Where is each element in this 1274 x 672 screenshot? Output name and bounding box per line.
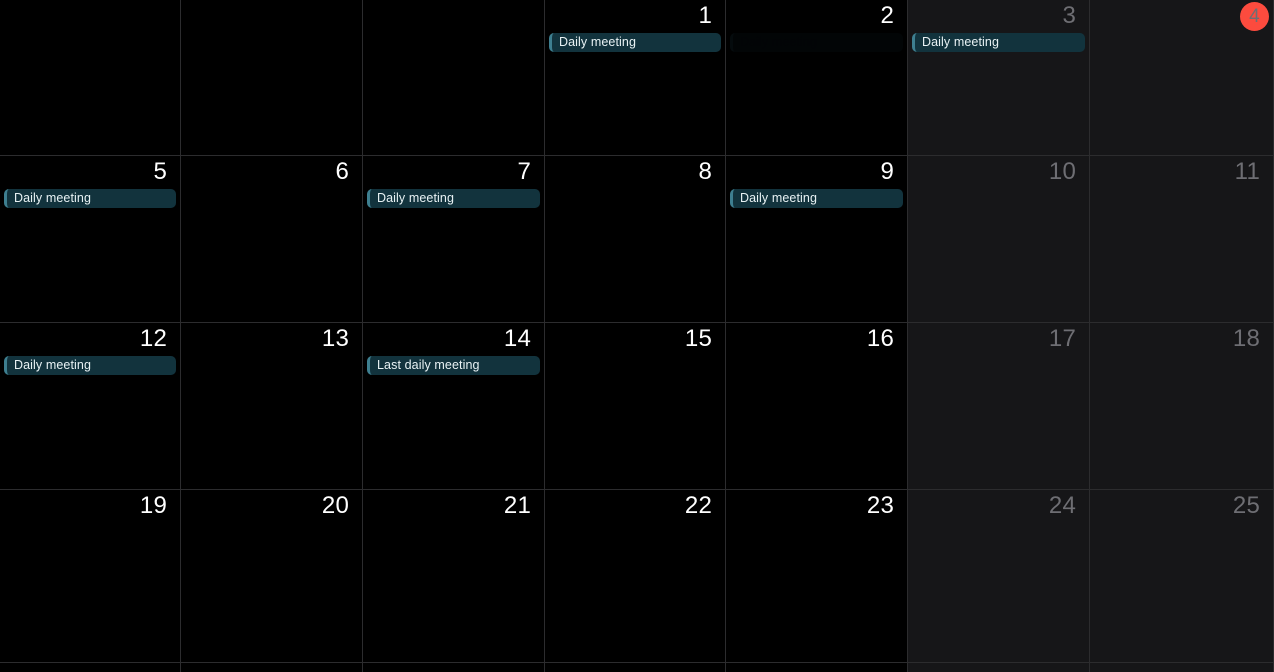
day-number[interactable]: 13 bbox=[322, 325, 349, 353]
day-events-list: Daily meeting bbox=[0, 189, 180, 210]
calendar-day-cell[interactable]: 3 Daily meeting bbox=[908, 0, 1090, 155]
today-date-badge[interactable]: 4 bbox=[1240, 2, 1269, 31]
calendar-day-cell[interactable]: 6 bbox=[181, 155, 363, 322]
calendar-day-cell[interactable]: 15 bbox=[545, 322, 726, 489]
calendar-day-cell[interactable] bbox=[0, 0, 181, 155]
day-events-list: Daily meeting bbox=[363, 189, 544, 210]
day-number[interactable]: 5 bbox=[153, 158, 167, 186]
day-events-list: Daily meeting bbox=[0, 356, 180, 377]
day-number[interactable]: 22 bbox=[685, 492, 712, 520]
calendar-day-cell[interactable]: 22 bbox=[545, 489, 726, 662]
day-events-list: Last daily meeting bbox=[363, 356, 544, 377]
calendar-day-cell[interactable]: 5 Daily meeting bbox=[0, 155, 181, 322]
day-number[interactable]: 3 bbox=[1062, 2, 1076, 30]
calendar-day-cell[interactable] bbox=[363, 0, 545, 155]
calendar-event-pill[interactable]: Daily meeting bbox=[730, 189, 903, 208]
calendar-week-row bbox=[0, 662, 1274, 672]
day-events-list: Daily meeting bbox=[726, 189, 907, 210]
calendar-day-cell[interactable] bbox=[545, 662, 726, 672]
calendar-day-cell[interactable]: 13 bbox=[181, 322, 363, 489]
day-number[interactable]: 16 bbox=[867, 325, 894, 353]
day-number[interactable]: 8 bbox=[698, 158, 712, 186]
calendar-day-cell[interactable]: 17 bbox=[908, 322, 1090, 489]
day-number[interactable]: 20 bbox=[322, 492, 349, 520]
day-number[interactable]: 11 bbox=[1235, 158, 1260, 186]
calendar-event-pill[interactable]: Daily meeting bbox=[4, 356, 176, 375]
calendar-day-cell[interactable]: 16 bbox=[726, 322, 908, 489]
calendar-event-pill[interactable]: Daily meeting bbox=[549, 33, 721, 52]
calendar-day-cell[interactable]: 12 Daily meeting bbox=[0, 322, 181, 489]
calendar-day-cell[interactable]: 20 bbox=[181, 489, 363, 662]
day-number[interactable]: 25 bbox=[1233, 492, 1260, 520]
day-number[interactable]: 17 bbox=[1049, 325, 1076, 353]
calendar-day-cell[interactable] bbox=[181, 0, 363, 155]
day-number[interactable]: 12 bbox=[140, 325, 167, 353]
calendar-day-cell[interactable]: 4 bbox=[1090, 0, 1274, 155]
day-number[interactable]: 19 bbox=[140, 492, 167, 520]
calendar-day-cell[interactable]: 19 bbox=[0, 489, 181, 662]
calendar-day-cell[interactable]: 21 bbox=[363, 489, 545, 662]
calendar-event-pill[interactable]: Daily meeting bbox=[730, 33, 903, 52]
calendar-day-cell[interactable] bbox=[181, 662, 363, 672]
calendar-day-cell[interactable]: 23 bbox=[726, 489, 908, 662]
calendar-day-cell[interactable] bbox=[363, 662, 545, 672]
day-number[interactable]: 2 bbox=[880, 2, 894, 30]
day-number[interactable]: 24 bbox=[1049, 492, 1076, 520]
day-number[interactable]: 15 bbox=[685, 325, 712, 353]
day-number[interactable]: 21 bbox=[504, 492, 531, 520]
calendar-day-cell[interactable] bbox=[0, 662, 181, 672]
calendar-day-cell[interactable]: 18 bbox=[1090, 322, 1274, 489]
calendar-week-row: 19 20 21 22 23 24 25 bbox=[0, 489, 1274, 662]
day-number[interactable]: 23 bbox=[867, 492, 894, 520]
calendar-day-cell[interactable] bbox=[908, 662, 1090, 672]
calendar-day-cell[interactable]: 1 Daily meeting bbox=[545, 0, 726, 155]
calendar-event-pill[interactable]: Daily meeting bbox=[367, 189, 540, 208]
calendar-event-pill[interactable]: Daily meeting bbox=[912, 33, 1085, 52]
calendar-week-row: 12 Daily meeting 13 14 Last daily meeting 15 1… bbox=[0, 322, 1274, 489]
day-number[interactable]: 9 bbox=[880, 158, 894, 186]
calendar-day-cell[interactable]: 25 bbox=[1090, 489, 1274, 662]
day-number[interactable]: 1 bbox=[698, 2, 712, 30]
calendar-event-pill[interactable]: Daily meeting bbox=[4, 189, 176, 208]
calendar-day-cell[interactable]: 24 bbox=[908, 489, 1090, 662]
day-number[interactable]: 14 bbox=[504, 325, 531, 353]
calendar-day-cell[interactable]: 2 Daily meeting bbox=[726, 0, 908, 155]
calendar-day-cell[interactable]: 7 Daily meeting bbox=[363, 155, 545, 322]
calendar-day-cell[interactable] bbox=[1090, 662, 1274, 672]
calendar-event-pill[interactable]: Last daily meeting bbox=[367, 356, 540, 375]
day-number[interactable]: 7 bbox=[517, 158, 531, 186]
calendar-month-grid: 1 Daily meeting 2 Daily meeting 3 Daily meeti… bbox=[0, 0, 1274, 672]
calendar-day-cell[interactable]: 14 Last daily meeting bbox=[363, 322, 545, 489]
calendar-day-cell[interactable]: 10 bbox=[908, 155, 1090, 322]
calendar-day-cell[interactable]: 9 Daily meeting bbox=[726, 155, 908, 322]
calendar-day-cell[interactable] bbox=[726, 662, 908, 672]
calendar-day-cell[interactable]: 8 bbox=[545, 155, 726, 322]
calendar-week-row: 1 Daily meeting 2 Daily meeting 3 Daily meeti… bbox=[0, 0, 1274, 155]
day-number[interactable]: 6 bbox=[335, 158, 349, 186]
day-number[interactable]: 18 bbox=[1233, 325, 1260, 353]
day-events-list: Daily meeting bbox=[545, 33, 725, 54]
day-events-list: Daily meeting bbox=[908, 33, 1089, 54]
day-number[interactable]: 10 bbox=[1049, 158, 1076, 186]
day-events-list: Daily meeting bbox=[726, 33, 907, 54]
calendar-week-row: 5 Daily meeting 6 7 Daily meeting 8 9 Daily mee… bbox=[0, 155, 1274, 322]
calendar-day-cell[interactable]: 11 bbox=[1090, 155, 1274, 322]
